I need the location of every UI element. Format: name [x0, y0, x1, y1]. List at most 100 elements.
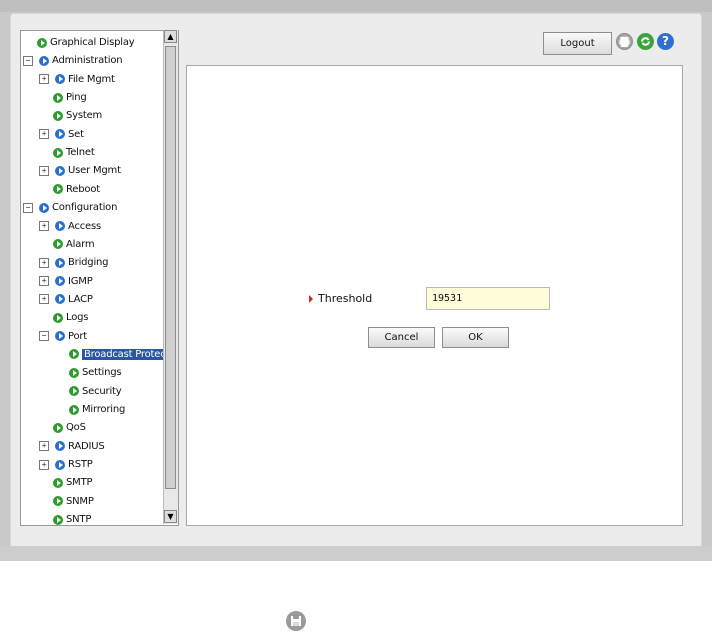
tree-item-label: Set [68, 128, 84, 140]
scroll-thumb[interactable] [165, 46, 176, 489]
expand-icon[interactable]: + [39, 129, 49, 140]
tree-item[interactable]: − Configuration [23, 199, 117, 216]
folder-icon [55, 74, 65, 85]
folder-icon [55, 129, 65, 140]
scroll-up-button[interactable]: ▲ [164, 30, 177, 43]
tree-item-label: Reboot [66, 183, 100, 195]
tree-item[interactable]: + File Mgmt [39, 71, 115, 88]
tree-item-label: RADIUS [68, 440, 105, 452]
tree-item[interactable]: SNTP [53, 511, 92, 526]
page-icon [69, 349, 79, 360]
folder-icon [55, 441, 65, 452]
expand-icon[interactable]: + [39, 459, 49, 470]
tree-item[interactable]: + RSTP [39, 456, 93, 473]
collapse-icon[interactable]: − [39, 331, 49, 342]
expand-icon[interactable]: + [39, 257, 49, 268]
tree-item-label: Ping [66, 92, 87, 104]
tree-item[interactable]: System [53, 107, 102, 124]
expand-icon[interactable]: + [39, 441, 49, 452]
frame-footer [0, 546, 712, 561]
tree-item[interactable]: + IGMP [39, 273, 93, 290]
tree-item[interactable]: + RADIUS [39, 438, 105, 455]
threshold-label: Threshold [318, 292, 373, 305]
save-icon[interactable] [286, 611, 306, 631]
page-icon [53, 422, 63, 433]
tree-item[interactable]: Telnet [53, 144, 95, 161]
tree-item[interactable]: + Bridging [39, 254, 109, 271]
tree-item-label: Telnet [66, 147, 95, 159]
tree-item[interactable]: Alarm [53, 236, 95, 253]
tree-item[interactable]: Broadcast Protect [69, 346, 172, 363]
tree-item[interactable]: Ping [53, 89, 87, 106]
page-icon [53, 147, 63, 158]
print-icon[interactable] [616, 33, 633, 50]
tree-item[interactable]: + Set [39, 126, 84, 143]
tree-item-label: LACP [68, 293, 93, 305]
page-icon [53, 110, 63, 121]
tree-item-label: Security [82, 385, 122, 397]
tree-item[interactable]: + Access [39, 218, 101, 235]
tree-item-label: Bridging [68, 257, 109, 269]
tree-item[interactable]: + User Mgmt [39, 162, 121, 179]
tree-item-label: Configuration [52, 202, 118, 214]
collapse-icon[interactable]: − [23, 55, 33, 66]
scroll-down-button[interactable]: ▼ [164, 510, 177, 523]
required-marker-icon [309, 295, 313, 303]
tree-item[interactable]: Graphical Display [37, 34, 135, 51]
frame-top-bar [0, 0, 712, 12]
expand-icon[interactable]: + [39, 74, 49, 85]
tree-item-label: File Mgmt [68, 73, 115, 85]
cancel-button[interactable]: Cancel [368, 327, 435, 348]
tree-item[interactable]: Logs [53, 309, 88, 326]
folder-icon [39, 55, 49, 66]
page-icon [53, 92, 63, 103]
folder-icon [55, 257, 65, 268]
page-icon [69, 404, 79, 415]
page-icon [53, 477, 63, 488]
tree-item[interactable]: SMTP [53, 474, 93, 491]
tree-item[interactable]: − Administration [23, 52, 123, 69]
page-icon [53, 184, 63, 195]
folder-icon [55, 221, 65, 231]
folder-icon [39, 202, 49, 213]
expand-icon[interactable]: + [39, 165, 49, 176]
help-icon[interactable]: ? [657, 33, 674, 50]
refresh-icon[interactable] [637, 33, 654, 50]
page-icon [53, 239, 63, 250]
tree-item-label: SMTP [66, 477, 93, 489]
folder-icon [55, 459, 65, 470]
tree-item-label: Settings [82, 367, 122, 379]
folder-icon [55, 276, 65, 287]
tree-item-label: IGMP [68, 275, 93, 287]
page-icon [53, 496, 63, 507]
tree-item-label: SNTP [66, 514, 92, 526]
logout-button[interactable]: Logout [543, 32, 612, 55]
tree-item-label: Graphical Display [50, 37, 135, 48]
tree-item-label: SNMP [66, 495, 94, 507]
page-icon [53, 312, 63, 323]
tree-item-label: User Mgmt [68, 165, 121, 177]
collapse-icon[interactable]: − [23, 202, 33, 213]
tree-item[interactable]: SNMP [53, 493, 94, 510]
tree-item[interactable]: Mirroring [69, 401, 125, 418]
ok-button[interactable]: OK [442, 327, 509, 348]
tree-item-label: RSTP [68, 459, 93, 471]
tree-item-label: System [66, 110, 103, 122]
expand-icon[interactable]: + [39, 221, 49, 231]
tree-scrollbar[interactable]: ▲ ▼ [163, 30, 178, 524]
tree-item[interactable]: Settings [69, 364, 122, 381]
tree-item-label: Broadcast Protect [82, 348, 172, 360]
tree-item[interactable]: + LACP [39, 291, 93, 308]
page-icon [53, 514, 63, 525]
tree-item-label: Logs [66, 312, 89, 324]
tree-item[interactable]: Reboot [53, 181, 100, 198]
threshold-input[interactable] [426, 287, 550, 310]
folder-icon [55, 294, 65, 305]
expand-icon[interactable]: + [39, 294, 49, 305]
expand-icon[interactable]: + [39, 276, 49, 287]
tree-item[interactable]: − Port [39, 328, 87, 345]
tree-item[interactable]: Security [69, 383, 122, 400]
tree-item[interactable]: QoS [53, 419, 86, 436]
page-icon [69, 386, 79, 397]
tree-item-label: Mirroring [82, 404, 126, 415]
